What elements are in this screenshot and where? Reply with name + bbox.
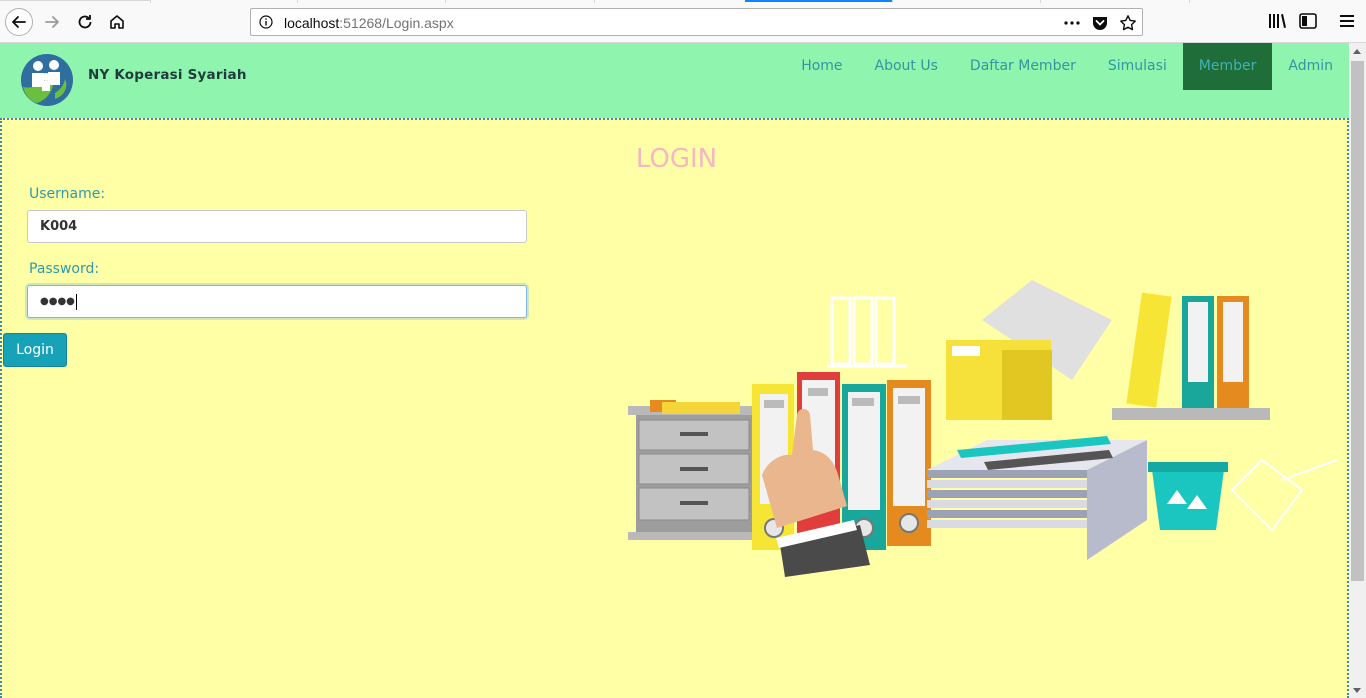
login-button[interactable]: Login	[3, 333, 67, 367]
password-input[interactable]: ●●●●	[27, 285, 527, 318]
forward-button[interactable]	[38, 8, 66, 36]
logo-icon[interactable]	[20, 53, 74, 107]
filing-cabinet-graphic	[628, 400, 768, 540]
nav-home[interactable]: Home	[785, 43, 858, 90]
main-nav: Home About Us Daftar Member Simulasi Mem…	[785, 43, 1349, 90]
nav-admin[interactable]: Admin	[1272, 43, 1349, 90]
nav-daftar-member[interactable]: Daftar Member	[954, 43, 1092, 90]
bookmark-star-icon[interactable]	[1119, 14, 1137, 32]
nav-member[interactable]: Member	[1182, 43, 1273, 90]
brand-name[interactable]: NY Koperasi Syariah	[88, 67, 247, 83]
more-actions-icon[interactable]	[1063, 14, 1081, 32]
login-section: LOGIN Username: K004 Password: ●●●● Logi…	[0, 118, 1349, 698]
browser-toolbar: localhost:51268/Login.aspx	[0, 0, 1366, 43]
paper-stack-graphic	[927, 436, 1147, 560]
home-icon	[110, 15, 124, 29]
arrow-right-icon	[45, 16, 59, 28]
pocket-icon[interactable]	[1091, 14, 1109, 32]
tab-strip	[0, 0, 1366, 3]
office-files-illustration	[628, 280, 1338, 577]
library-icon[interactable]	[1266, 10, 1288, 32]
shelf-binders-outline	[827, 296, 907, 368]
scroll-up-icon[interactable]	[1353, 49, 1361, 54]
home-button[interactable]	[103, 8, 131, 36]
page-title: LOGIN	[635, 144, 718, 174]
reload-icon	[78, 15, 92, 29]
nav-simulasi[interactable]: Simulasi	[1092, 43, 1183, 90]
nav-about-us[interactable]: About Us	[859, 43, 954, 90]
crumpled-paper-outline	[1230, 458, 1338, 532]
url-bar[interactable]: localhost:51268/Login.aspx	[250, 8, 1143, 36]
reload-button[interactable]	[71, 8, 99, 36]
text-caret	[75, 293, 77, 310]
password-value: ●●●●	[40, 296, 75, 307]
scroll-down-icon[interactable]	[1353, 688, 1361, 693]
folder-graphic	[946, 280, 1112, 420]
back-button[interactable]	[5, 8, 33, 36]
info-icon[interactable]	[259, 15, 273, 29]
password-label: Password:	[29, 261, 100, 277]
hamburger-menu-icon[interactable]	[1336, 10, 1358, 32]
url-text[interactable]: localhost:51268/Login.aspx	[284, 15, 454, 31]
username-value: K004	[40, 219, 78, 234]
right-shelf-graphic	[1112, 292, 1270, 420]
username-label: Username:	[29, 186, 106, 202]
sidebar-icon[interactable]	[1297, 10, 1319, 32]
page-scrollbar[interactable]	[1349, 43, 1366, 698]
recycle-bin-graphic	[1148, 462, 1228, 530]
username-input[interactable]: K004	[27, 210, 527, 243]
site-header: NY Koperasi Syariah Home About Us Daftar…	[0, 43, 1349, 118]
page: NY Koperasi Syariah Home About Us Daftar…	[0, 43, 1349, 698]
scrollbar-thumb[interactable]	[1351, 61, 1364, 581]
active-tab-indicator[interactable]	[745, 0, 892, 2]
arrow-left-icon	[12, 16, 26, 28]
